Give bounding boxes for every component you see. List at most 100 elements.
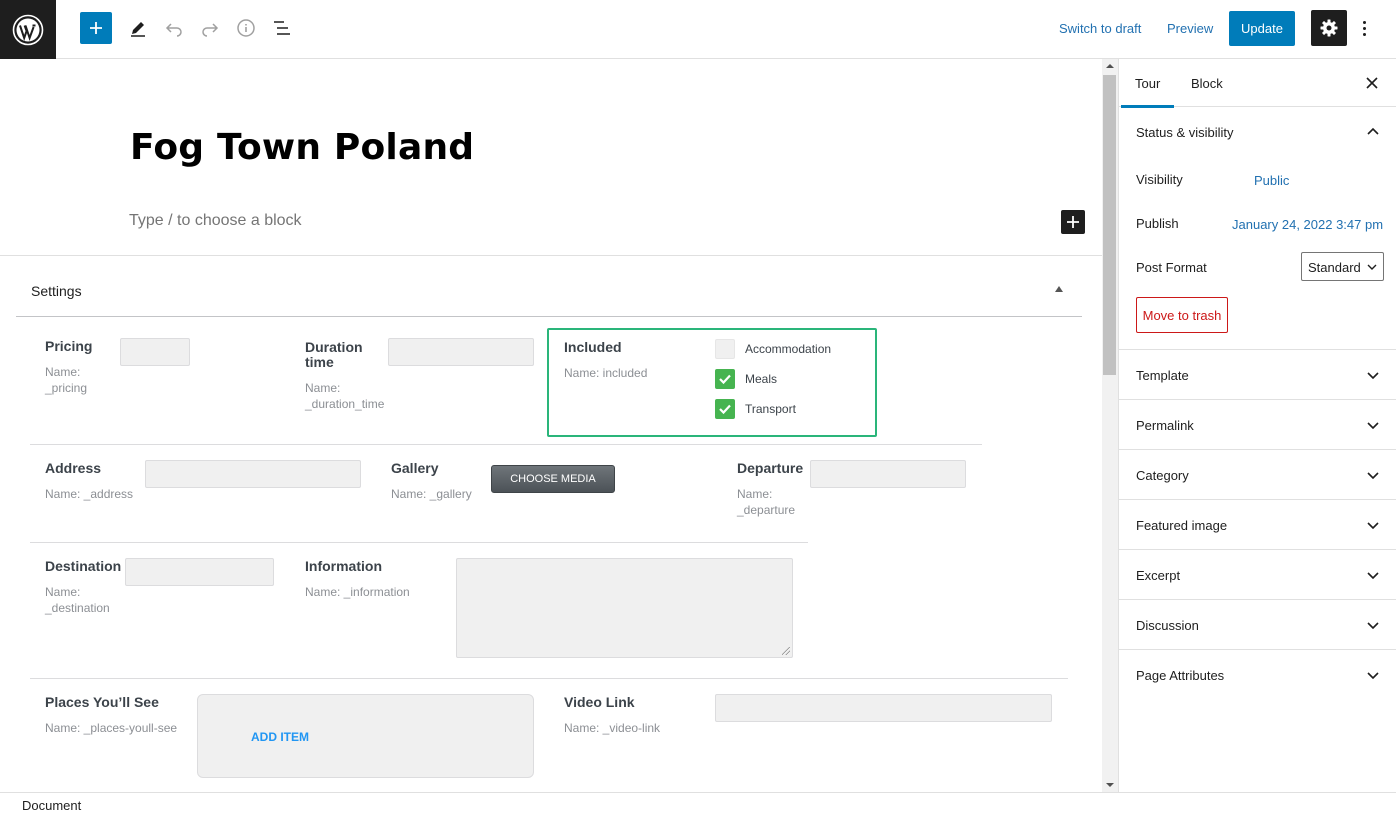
visibility-label: Visibility [1136, 172, 1183, 187]
undo-icon [165, 23, 182, 37]
address-input[interactable] [145, 460, 361, 488]
plus-icon [1067, 216, 1079, 228]
more-vertical-icon [1362, 20, 1366, 36]
panel-excerpt-title: Excerpt [1136, 568, 1181, 583]
information-textarea[interactable] [456, 558, 793, 658]
undo-button[interactable] [158, 12, 190, 44]
wordpress-icon [12, 14, 44, 45]
close-icon[interactable] [1364, 75, 1380, 91]
panel-category[interactable]: Category [1119, 450, 1396, 500]
chevron-down-icon [1367, 422, 1379, 430]
accommodation-label[interactable]: Accommodation [745, 342, 831, 356]
inline-add-block-button[interactable] [1061, 210, 1085, 234]
duration-name-prefix: Name: [305, 381, 341, 395]
add-item-button[interactable]: ADD ITEM [251, 730, 309, 744]
included-label: Included [564, 339, 622, 355]
choose-media-button[interactable]: CHOOSE MEDIA [491, 465, 615, 493]
places-repeater: ADD ITEM [197, 694, 534, 778]
video-link-input[interactable] [715, 694, 1052, 722]
tab-block[interactable]: Block [1191, 76, 1223, 91]
settings-button[interactable] [1311, 10, 1347, 46]
information-name: Name: _information [305, 585, 410, 599]
details-button[interactable] [230, 12, 262, 44]
places-name: Name: _places-youll-see [45, 721, 178, 735]
metabox-divider [0, 255, 1102, 256]
panel-discussion-title: Discussion [1136, 618, 1199, 633]
status-visibility-title[interactable]: Status & visibility [1136, 125, 1234, 140]
metabox-header-divider [16, 316, 1082, 317]
row-divider [30, 444, 982, 445]
pricing-label: Pricing [45, 338, 93, 354]
panel-discussion[interactable]: Discussion [1119, 600, 1396, 650]
panel-page-attributes[interactable]: Page Attributes [1119, 650, 1396, 700]
status-visibility-panel: Status & visibility Visibility Public Pu… [1119, 107, 1396, 350]
panel-template-title: Template [1136, 368, 1189, 383]
tools-button[interactable] [122, 12, 154, 44]
chevron-down-icon [1367, 572, 1379, 580]
editor-scrollbar[interactable] [1102, 59, 1118, 792]
departure-input[interactable] [810, 460, 966, 488]
panel-permalink[interactable]: Permalink [1119, 400, 1396, 450]
chevron-up-icon[interactable] [1367, 126, 1379, 138]
post-title[interactable]: Fog Town Poland [130, 127, 474, 168]
update-button[interactable]: Update [1229, 11, 1295, 46]
post-format-value: Standard [1308, 260, 1361, 275]
meals-checkbox[interactable] [715, 369, 735, 389]
block-appender-placeholder[interactable]: Type / to choose a block [129, 212, 302, 230]
list-view-icon [274, 21, 290, 35]
chevron-down-icon [1367, 372, 1379, 380]
address-name: Name: _address [45, 487, 134, 501]
row-divider [30, 678, 1068, 679]
post-format-select[interactable]: Standard [1301, 252, 1384, 281]
destination-name-prefix: Name: [45, 585, 81, 599]
duration-label-line1: Duration [305, 339, 363, 355]
preview-button[interactable]: Preview [1167, 21, 1213, 36]
more-options-button[interactable] [1354, 14, 1374, 42]
add-block-button[interactable] [80, 12, 112, 44]
list-view-button[interactable] [266, 12, 298, 44]
tab-tour[interactable]: Tour [1120, 76, 1175, 108]
pencil-icon [131, 22, 145, 37]
scrollbar-thumb[interactable] [1103, 75, 1116, 375]
chevron-down-icon [1367, 264, 1377, 270]
scroll-down-arrow-icon[interactable] [1106, 783, 1114, 787]
meals-label[interactable]: Meals [745, 372, 777, 386]
address-label: Address [45, 460, 102, 476]
breadcrumb-document[interactable]: Document [22, 798, 81, 813]
switch-to-draft-button[interactable]: Switch to draft [1059, 21, 1141, 36]
move-to-trash-button[interactable]: Move to trash [1136, 297, 1228, 333]
chevron-down-icon [1367, 672, 1379, 680]
visibility-value-button[interactable]: Public [1254, 173, 1289, 188]
included-name: Name: included [564, 366, 648, 380]
destination-input[interactable] [125, 558, 274, 586]
publish-date-button[interactable]: January 24, 2022 3:47 pm [1232, 217, 1383, 232]
panel-permalink-title: Permalink [1136, 418, 1194, 433]
post-format-label: Post Format [1136, 260, 1207, 275]
gear-icon [1320, 19, 1338, 37]
editor-canvas: Fog Town Poland Type / to choose a block… [0, 59, 1102, 792]
transport-label[interactable]: Transport [745, 402, 796, 416]
transport-checkbox[interactable] [715, 399, 735, 419]
panel-featured-image[interactable]: Featured image [1119, 500, 1396, 550]
pricing-name-prefix: Name: [45, 365, 81, 379]
departure-name-key: _departure [737, 503, 796, 517]
chevron-down-icon [1367, 622, 1379, 630]
accommodation-checkbox[interactable] [715, 339, 735, 359]
check-icon [719, 404, 731, 415]
plus-icon [90, 22, 102, 34]
redo-icon [202, 23, 219, 37]
panel-template[interactable]: Template [1119, 350, 1396, 400]
wordpress-logo-button[interactable] [0, 0, 56, 59]
publish-label: Publish [1136, 216, 1179, 231]
destination-name-key: _destination [45, 601, 110, 615]
redo-button[interactable] [194, 12, 226, 44]
scroll-up-arrow-icon[interactable] [1106, 64, 1114, 68]
gallery-label: Gallery [391, 460, 439, 476]
collapse-triangle-icon[interactable] [1055, 286, 1063, 292]
resize-handle-icon[interactable] [782, 647, 790, 655]
duration-input[interactable] [388, 338, 534, 366]
pricing-input[interactable] [120, 338, 190, 366]
places-label: Places You’ll See [45, 694, 159, 710]
panel-excerpt[interactable]: Excerpt [1119, 550, 1396, 600]
metabox-title[interactable]: Settings [31, 283, 82, 299]
